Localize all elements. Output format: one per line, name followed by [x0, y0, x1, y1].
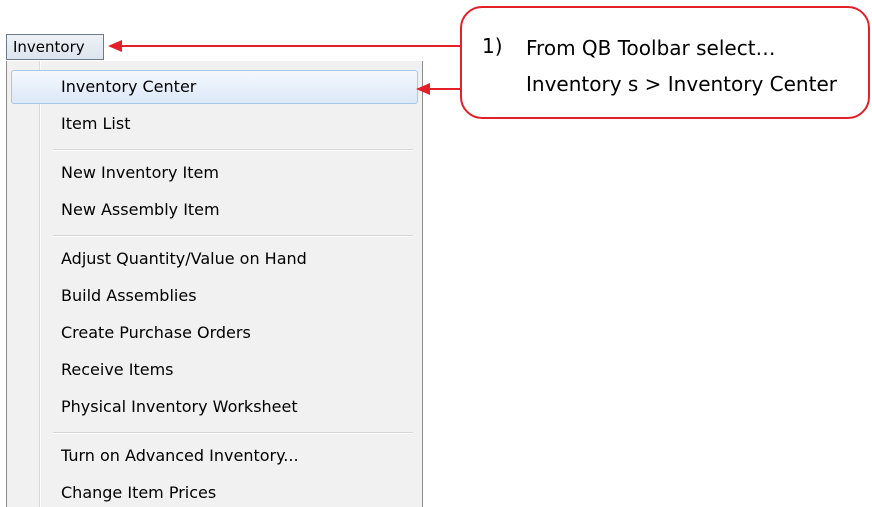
inventory-menu-button[interactable]: Inventory — [6, 34, 104, 60]
menu-item-new-assembly-item[interactable]: New Assembly Item — [11, 193, 418, 227]
menu-item-turn-on-advanced-inventory[interactable]: Turn on Advanced Inventory... — [11, 439, 418, 473]
arrow-to-menu-button — [108, 40, 460, 52]
menu-item-physical-inventory-worksheet[interactable]: Physical Inventory Worksheet — [11, 390, 418, 424]
menu-item-change-item-prices[interactable]: Change Item Prices — [11, 476, 418, 507]
callout-line-2: Inventory s > Inventory Center — [526, 72, 837, 96]
callout-text: From QB Toolbar select… Inventory s > In… — [526, 30, 837, 102]
inventory-dropdown-menu: Inventory Center Item List New Inventory… — [6, 61, 423, 507]
callout-line-1: From QB Toolbar select… — [526, 36, 776, 60]
menu-item-receive-items[interactable]: Receive Items — [11, 353, 418, 387]
callout-step-number: 1) — [482, 34, 503, 58]
menu-item-item-list[interactable]: Item List — [11, 107, 418, 141]
menu-separator — [53, 432, 413, 434]
menu-item-adjust-quantity[interactable]: Adjust Quantity/Value on Hand — [11, 242, 418, 276]
menu-item-inventory-center[interactable]: Inventory Center — [11, 70, 418, 104]
menu-item-new-inventory-item[interactable]: New Inventory Item — [11, 156, 418, 190]
instruction-callout: 1) From QB Toolbar select… Inventory s >… — [460, 6, 870, 119]
menu-item-build-assemblies[interactable]: Build Assemblies — [11, 279, 418, 313]
menu-item-create-purchase-orders[interactable]: Create Purchase Orders — [11, 316, 418, 350]
menu-separator — [53, 235, 413, 237]
menu-separator — [53, 149, 413, 151]
